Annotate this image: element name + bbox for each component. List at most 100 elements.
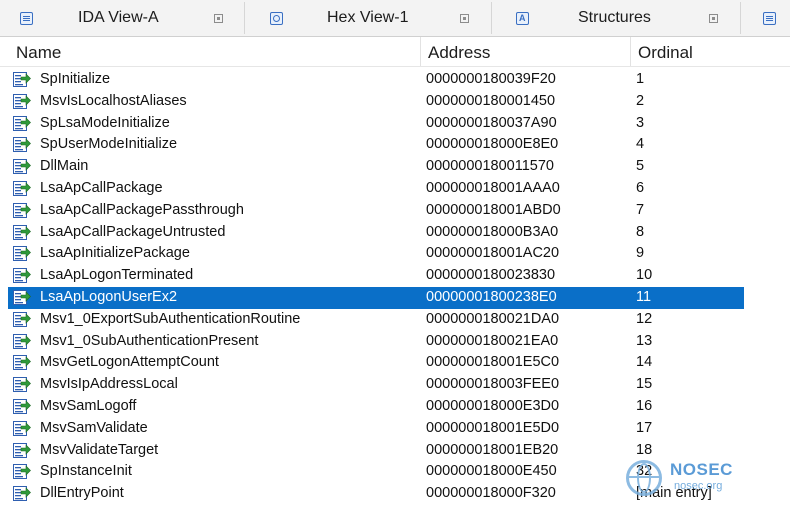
row-name: SpInstanceInit [40, 463, 132, 480]
row-name: MsvSamValidate [40, 419, 148, 436]
row-ordinal: 18 [636, 441, 653, 458]
watermark-domain: nosec.org [674, 480, 723, 492]
column-header-ordinal[interactable]: Ordinal [638, 43, 693, 63]
row-ordinal: 12 [636, 310, 653, 327]
table-row[interactable]: LsaApLogonTerminated 0000000180023830 10 [0, 265, 790, 287]
table-row[interactable]: Msv1_0SubAuthenticationPresent 0000000180… [0, 331, 790, 353]
row-ordinal: 9 [636, 245, 645, 262]
row-ordinal: 7 [636, 201, 645, 218]
row-ordinal: 2 [636, 92, 645, 109]
row-name: DllMain [40, 158, 89, 175]
export-function-icon [13, 333, 31, 350]
tab-label: Structures [578, 9, 651, 26]
table-row[interactable]: MsvSamValidate 000000018001E5D0 17 [0, 418, 790, 440]
tab-structures[interactable]: Structures [492, 2, 741, 34]
export-function-icon [13, 71, 31, 88]
row-address: 0000000180023830 [426, 267, 556, 284]
row-address: 000000018001AAA0 [426, 180, 560, 196]
row-ordinal: 5 [636, 158, 645, 175]
export-function-icon [13, 180, 31, 197]
row-name: LsaApLogonTerminated [40, 267, 194, 284]
row-ordinal: 3 [636, 114, 645, 131]
structures-icon [516, 11, 529, 25]
export-function-icon [13, 311, 31, 328]
row-ordinal: 17 [636, 419, 653, 436]
row-address: 0000000180001450 [426, 92, 556, 109]
close-icon[interactable] [709, 14, 718, 23]
export-function-icon [13, 398, 31, 415]
table-row[interactable]: DllMain 0000000180011570 5 [0, 156, 790, 178]
table-row[interactable]: LsaApInitializePackage 000000018001AC20 9 [0, 243, 790, 265]
table-row[interactable]: MsvGetLogonAttemptCount 000000018001E5C0 1… [0, 352, 790, 374]
row-name: SpInitialize [40, 71, 111, 87]
export-function-icon [13, 354, 31, 371]
table-row[interactable]: MsvIsLocalhostAliases 0000000180001450 2 [0, 91, 790, 113]
row-ordinal: 4 [636, 136, 645, 153]
tab-strip: IDA View-A Hex View-1 Structures [0, 0, 790, 37]
row-ordinal: 8 [636, 223, 645, 240]
row-address: 0000000180037A90 [426, 114, 557, 131]
column-divider[interactable] [630, 37, 631, 66]
export-function-icon [13, 463, 31, 480]
watermark-brand: NOSEC [670, 460, 733, 479]
close-icon[interactable] [214, 14, 223, 23]
row-ordinal: 14 [636, 354, 653, 371]
row-name: MsvValidateTarget [40, 441, 159, 458]
tab-ida-view-a[interactable]: IDA View-A [0, 2, 245, 34]
row-name: MsvIsLocalhostAliases [40, 92, 187, 109]
row-ordinal: 10 [636, 267, 653, 284]
row-address: 000000018000E8E0 [426, 136, 559, 153]
table-row[interactable]: Msv1_0ExportSubAuthenticationRoutine 0000… [0, 309, 790, 331]
tab-label: IDA View-A [78, 9, 159, 26]
table-row[interactable]: SpUserModeInitialize 000000018000E8E0 4 [0, 134, 790, 156]
row-name: LsaApCallPackagePassthrough [40, 201, 244, 218]
close-icon[interactable] [460, 14, 469, 23]
export-function-icon [13, 158, 31, 175]
row-address: 000000018000B3A0 [426, 223, 559, 240]
table-row[interactable]: LsaApLogonUserEx2 00000001800238E0 11 [8, 287, 744, 309]
row-address: 000000018001AC20 [426, 245, 560, 262]
row-ordinal: 11 [636, 289, 652, 305]
export-function-icon [13, 442, 31, 459]
table-row[interactable]: MsvIsIpAddressLocal 000000018003FEE0 15 [0, 374, 790, 396]
globe-icon [626, 460, 662, 496]
row-address: 000000018001EB20 [426, 441, 559, 458]
table-row[interactable]: LsaApCallPackagePassthrough 000000018001A… [0, 200, 790, 222]
table-row[interactable]: LsaApCallPackage 000000018001AAA0 6 [0, 178, 790, 200]
column-header-address[interactable]: Address [428, 43, 490, 63]
row-address: 000000018001E5C0 [426, 354, 560, 371]
column-divider[interactable] [420, 37, 421, 66]
row-address: 0000000180021EA0 [426, 332, 559, 349]
row-name: SpUserModeInitialize [40, 136, 178, 153]
row-name: MsvIsIpAddressLocal [40, 376, 178, 393]
row-address: 000000018000F320 [426, 485, 556, 502]
tab-overflow[interactable] [741, 2, 790, 34]
table-row[interactable]: SpInitialize 0000000180039F20 1 [0, 69, 790, 91]
row-name: LsaApCallPackageUntrusted [40, 223, 226, 240]
row-ordinal: 6 [636, 180, 645, 196]
row-name: Msv1_0ExportSubAuthenticationRoutine [40, 310, 301, 327]
row-name: LsaApCallPackage [40, 180, 163, 196]
tab-icon [763, 11, 776, 25]
tab-hex-view-1[interactable]: Hex View-1 [245, 2, 492, 34]
row-name: LsaApInitializePackage [40, 245, 190, 262]
row-address: 000000018000E450 [426, 463, 557, 480]
export-function-icon [13, 267, 31, 284]
row-name: MsvGetLogonAttemptCount [40, 354, 219, 371]
row-ordinal: 1 [636, 71, 645, 87]
row-ordinal: 16 [636, 398, 653, 414]
row-address: 000000018000E3D0 [426, 398, 560, 414]
row-name: Msv1_0SubAuthenticationPresent [40, 332, 259, 349]
table-row[interactable]: LsaApCallPackageUntrusted 000000018000B3A… [0, 222, 790, 244]
row-address: 0000000180021DA0 [426, 310, 560, 327]
export-function-icon [13, 136, 31, 153]
row-address: 000000018001ABD0 [426, 201, 561, 218]
row-address: 000000018003FEE0 [426, 376, 560, 393]
header-divider [0, 66, 790, 67]
row-address: 0000000180039F20 [426, 71, 556, 87]
column-header-name[interactable]: Name [16, 43, 61, 63]
row-name: LsaApLogonUserEx2 [40, 289, 178, 305]
export-function-icon [13, 224, 31, 241]
table-row[interactable]: MsvSamLogoff 000000018000E3D0 16 [0, 396, 790, 418]
table-row[interactable]: SpLsaModeInitialize 0000000180037A90 3 [0, 113, 790, 135]
